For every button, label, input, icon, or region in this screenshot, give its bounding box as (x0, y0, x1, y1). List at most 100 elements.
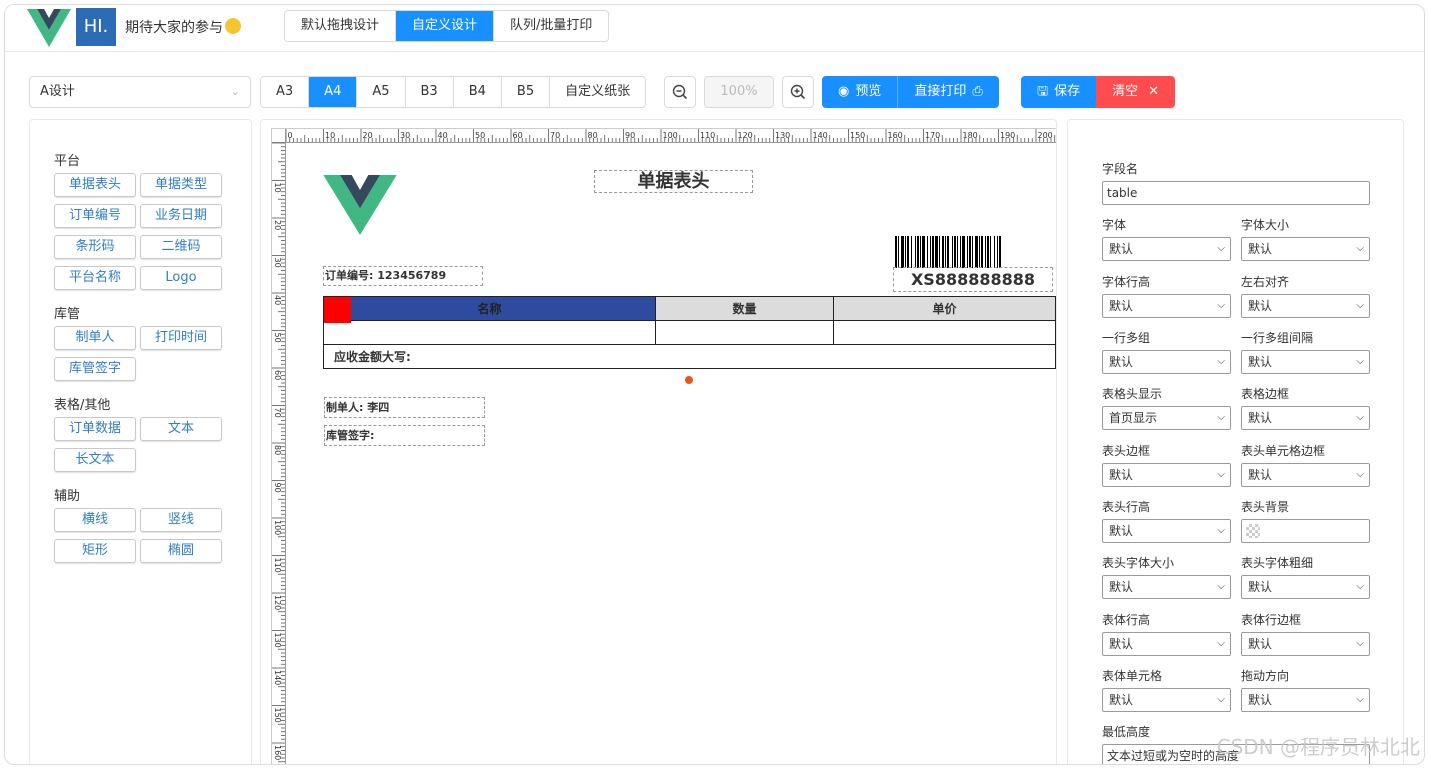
top-header: HI. 期待大家的参与 默认拖拽设计 自定义设计 队列/批量打印 (5, 5, 1424, 52)
paper-a5-button[interactable]: A5 (357, 77, 406, 107)
maker-element[interactable]: 制单人: 李四 (324, 397, 485, 418)
prop-select-font[interactable]: 默认 ⌵ (1102, 237, 1231, 261)
tab-default-drag-design[interactable]: 默认拖拽设计 (285, 11, 397, 41)
palette-item-maker[interactable]: 制单人 (54, 326, 136, 350)
palette-item-rect[interactable]: 矩形 (54, 539, 136, 563)
prop-select-head-border[interactable]: 默认 ⌵ (1102, 463, 1231, 487)
palette-item-print-time[interactable]: 打印时间 (140, 326, 222, 350)
prop-select-head-row-height[interactable]: 默认 ⌵ (1102, 519, 1231, 543)
prop-select-drag-direction[interactable]: 默认 ⌵ (1241, 688, 1370, 712)
ruler-top-label: 150 (850, 131, 865, 140)
preview-label: 预览 (855, 84, 882, 99)
design-canvas: 0 10 20 30 40 50 60 70 80 90 100 110 120 130 140 150 160… (260, 119, 1057, 764)
zoom-out-button[interactable] (664, 76, 696, 108)
paper-sheet[interactable]: 0 10 20 30 40 50 60 70 80 90 100 110 120 130 140 150 160… (271, 128, 1056, 764)
ruler-top-label: 120 (738, 131, 753, 140)
paper-b4-button[interactable]: B4 (453, 77, 502, 107)
smile-emoji-icon (225, 18, 241, 34)
ruler-left-label: 150 (273, 708, 282, 723)
palette-item-doc-header[interactable]: 单据表头 (54, 173, 136, 197)
printer-icon: ⎙ (972, 84, 983, 99)
vue-logo-element[interactable] (323, 175, 397, 235)
palette-item-logo[interactable]: Logo (140, 266, 222, 290)
chevron-down-icon: ⌵ (1356, 412, 1364, 423)
property-panel: 字段名 table 字体 默认 ⌵ 字体大小 默认 ⌵ 字体行高 默认 ⌵ 左右对齐 … (1067, 119, 1404, 764)
palette-item-vline[interactable]: 竖线 (140, 508, 222, 532)
prop-select-head-font-size[interactable]: 默认 ⌵ (1102, 575, 1231, 599)
barcode-element[interactable]: XS888888888 (893, 236, 1053, 294)
chevron-down-icon: ⌵ (1217, 525, 1225, 536)
paper-custom-button[interactable]: 自定义纸张 (550, 77, 646, 107)
palette-item-barcode[interactable]: 条形码 (54, 235, 136, 259)
paper-b5-button[interactable]: B5 (501, 77, 551, 107)
prop-select-multi-group[interactable]: 默认 ⌵ (1102, 350, 1231, 374)
chevron-down-icon: ⌵ (1217, 638, 1225, 649)
prop-select-table-head-display[interactable]: 首页显示 ⌵ (1102, 406, 1231, 430)
palette-item-order-no[interactable]: 订单编号 (54, 204, 136, 228)
ruler-left-label: 140 (273, 670, 282, 685)
prop-label-body-row-height: 表体行高 (1102, 613, 1151, 627)
palette-item-text[interactable]: 文本 (140, 417, 222, 441)
clear-button[interactable]: 清空 ✕ (1096, 76, 1176, 108)
save-icon: 🖫 (1037, 84, 1049, 99)
prop-select-head-cell-border[interactable]: 默认 ⌵ (1241, 463, 1370, 487)
prop-label-align: 左右对齐 (1241, 275, 1290, 289)
paper-a4-button[interactable]: A4 (309, 77, 358, 107)
paper-b3-button[interactable]: B3 (405, 77, 454, 107)
prop-select-body-row-border[interactable]: 默认 ⌵ (1241, 632, 1370, 656)
ruler-left-label: 50 (273, 333, 282, 343)
palette-item-ellipse[interactable]: 椭圆 (140, 539, 222, 563)
preview-button[interactable]: ◉ 预览 (822, 76, 897, 108)
template-select[interactable]: A设计 ⌄ (29, 76, 251, 108)
prop-value: 默认 (1109, 242, 1134, 256)
direct-print-button[interactable]: 直接打印 ⎙ (897, 76, 998, 108)
doc-title-element[interactable]: 单据表头 (594, 170, 753, 193)
prop-select-body-row-height[interactable]: 默认 ⌵ (1102, 632, 1231, 656)
ruler-left-label: 160 (273, 745, 282, 760)
tab-custom-design[interactable]: 自定义设计 (396, 11, 495, 41)
prop-select-head-font-weight[interactable]: 默认 ⌵ (1241, 575, 1370, 599)
zoom-out-icon (672, 84, 688, 100)
prop-select-align[interactable]: 默认 ⌵ (1241, 294, 1370, 318)
prop-value: 默认 (1109, 299, 1134, 313)
chevron-down-icon: ⌵ (1356, 581, 1364, 592)
ruler-left-label: 30 (273, 258, 282, 268)
paper-a3-button[interactable]: A3 (261, 77, 310, 107)
palette-item-biz-date[interactable]: 业务日期 (140, 204, 222, 228)
prop-label-table-head-display: 表格头显示 (1102, 387, 1163, 401)
ruler-top-label: 190 (1000, 131, 1015, 140)
prop-value: 默认 (1248, 355, 1273, 369)
palette-item-long-text[interactable]: 长文本 (54, 448, 136, 472)
palette-item-keeper-sign[interactable]: 库管签字 (54, 357, 136, 381)
prop-select-line-height[interactable]: 默认 ⌵ (1102, 294, 1231, 318)
palette-item-hline[interactable]: 横线 (54, 508, 136, 532)
field-name-input[interactable]: table (1102, 181, 1370, 205)
head-bg-color-picker[interactable] (1241, 519, 1370, 543)
ruler-left-label: 80 (273, 445, 282, 455)
drag-marker[interactable] (324, 297, 351, 323)
prop-select-font-size[interactable]: 默认 ⌵ (1241, 237, 1370, 261)
prop-value: 默认 (1109, 355, 1134, 369)
prop-label-head-font-weight: 表头字体粗细 (1241, 556, 1314, 570)
palette-item-order-data[interactable]: 订单数据 (54, 417, 136, 441)
palette-item-qrcode[interactable]: 二维码 (140, 235, 222, 259)
prop-select-group-gap[interactable]: 默认 ⌵ (1241, 350, 1370, 374)
prop-select-table-border[interactable]: 默认 ⌵ (1241, 406, 1370, 430)
resize-handle-dot[interactable] (685, 376, 693, 384)
ruler-top-label: 90 (625, 131, 635, 140)
barcode-bars (895, 236, 1001, 268)
toolbar: A设计 ⌄ A3 A4 A5 B3 B4 B5 自定义纸张 100% ◉ 预览 直接… (5, 76, 1424, 110)
prop-select-body-cell[interactable]: 默认 ⌵ (1102, 688, 1231, 712)
keeper-sign-element[interactable]: 库管签字: (324, 425, 485, 446)
palette-item-doc-type[interactable]: 单据类型 (140, 173, 222, 197)
ruler-top-label: 30 (400, 131, 410, 140)
order-table-element[interactable]: 名称 数量 单价 应收金额大写: (323, 296, 1056, 369)
order-no-element[interactable]: 订单编号: 123456789 (323, 266, 483, 286)
save-button[interactable]: 🖫 保存 (1021, 76, 1097, 108)
ruler-left-label: 120 (273, 595, 282, 610)
palette-item-platform-name[interactable]: 平台名称 (54, 266, 136, 290)
table-header-row: 名称 数量 单价 (323, 296, 1056, 323)
ruler-left-label: 130 (273, 633, 282, 648)
tab-batch-print[interactable]: 队列/批量打印 (494, 11, 609, 41)
zoom-in-button[interactable] (782, 76, 814, 108)
